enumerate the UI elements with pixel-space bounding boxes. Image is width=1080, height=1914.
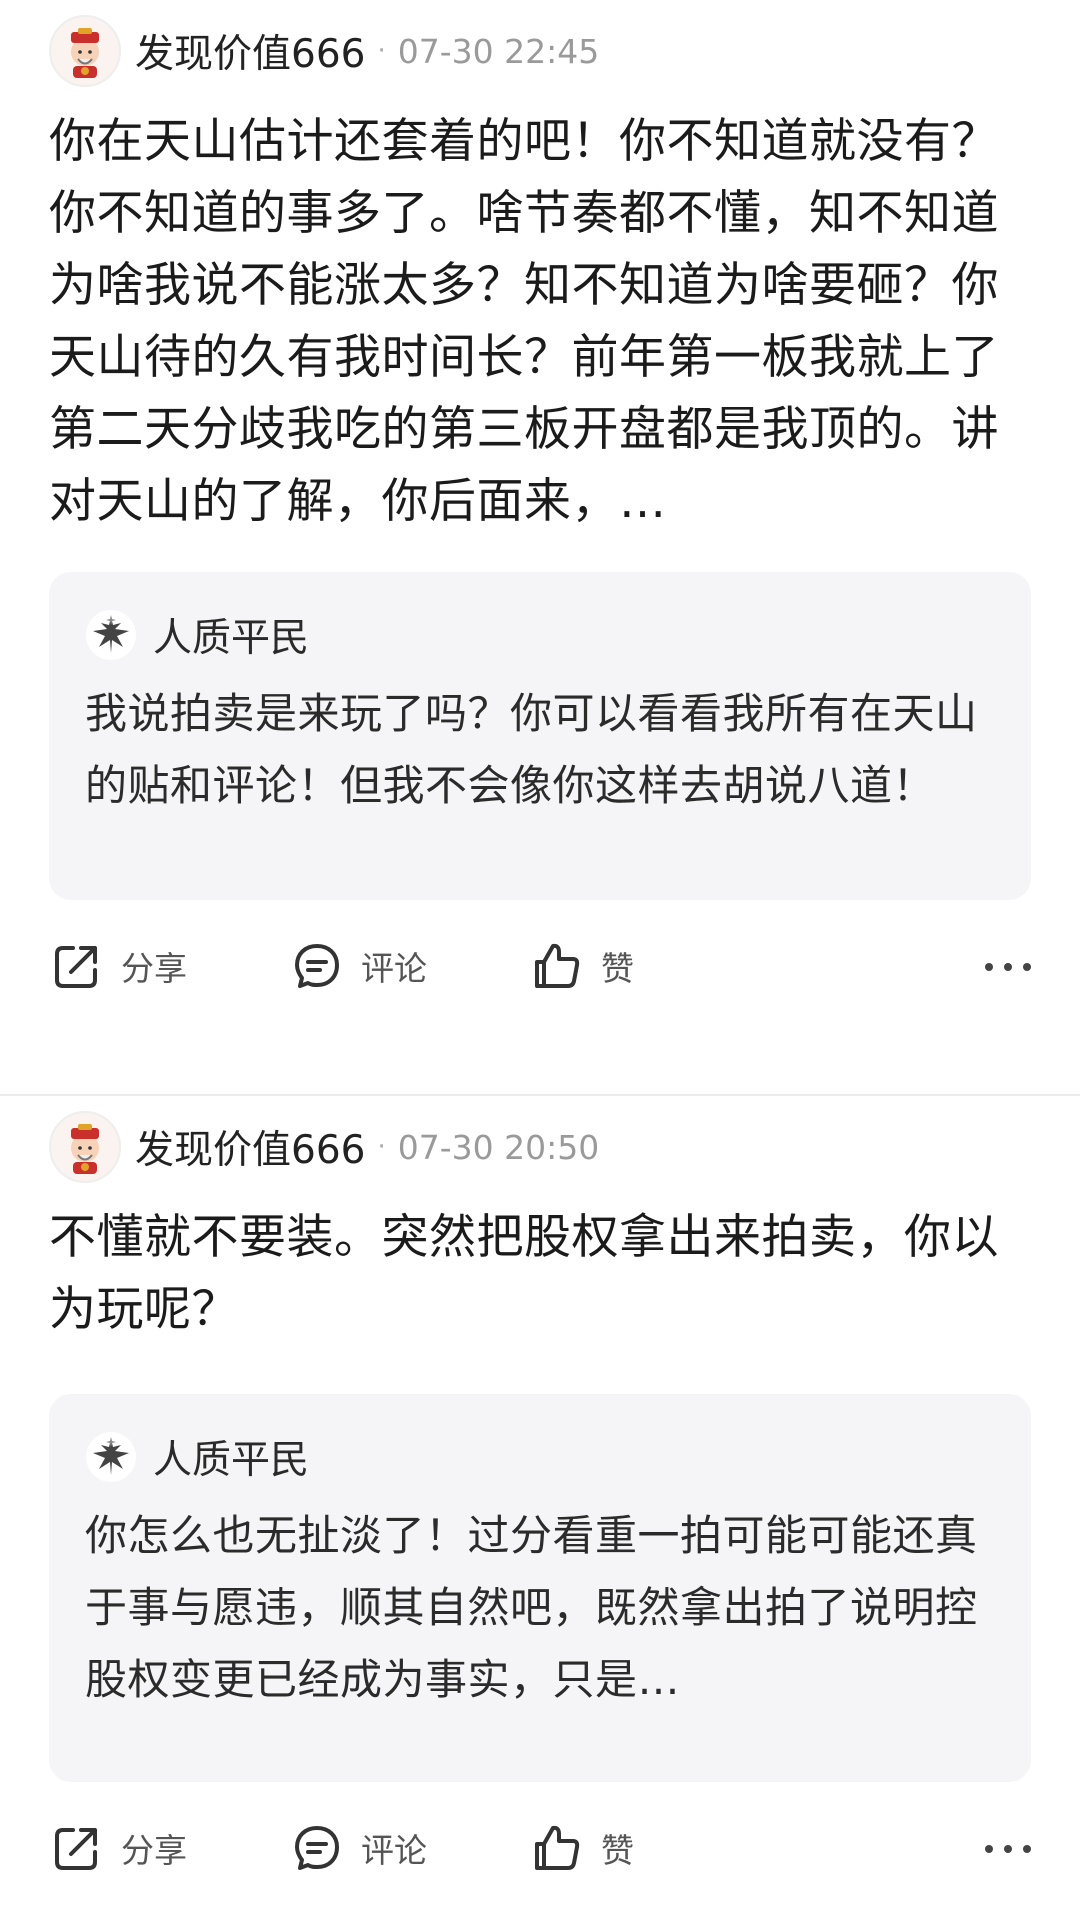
like-label: 赞	[601, 949, 634, 988]
quote-text: 我说拍卖是来玩了吗？你可以看看我所有在天山的贴和评论！但我不会像你这样去胡说八道…	[85, 689, 978, 810]
quote-author[interactable]: 人质平民	[153, 1429, 309, 1485]
post-timestamp: 07-30 20:50	[397, 1127, 600, 1167]
quote-author[interactable]: 人质平民	[153, 607, 309, 663]
thumbs-up-icon	[535, 1825, 580, 1870]
post-header: 发现价值666 · 07-30 20:50	[49, 1096, 1031, 1197]
meta-separator: ·	[377, 36, 386, 66]
comment-icon	[295, 1826, 339, 1870]
post-card: 发现价值666 · 07-30 20:50 不懂就不要装。突然把股权拿出来拍卖，…	[0, 1096, 1080, 1910]
post-content[interactable]: 不懂就不要装。突然把股权拿出来拍卖，你以为玩呢？	[49, 1202, 1031, 1346]
fortune-god-icon	[71, 28, 99, 78]
author-name[interactable]: 发现价值666	[135, 1119, 365, 1175]
post-content[interactable]: 你在天山估计还套着的吧！你不知道就没有？你不知道的事多了。啥节奏都不懂，知不知道…	[49, 106, 1031, 538]
share-icon	[55, 946, 97, 988]
share-icon	[55, 1828, 97, 1870]
action-bar: 分享 评论 赞	[49, 1782, 1031, 1914]
comment-icon	[295, 944, 339, 988]
like-button[interactable]: 赞	[529, 938, 729, 994]
quote-header: 人质平民	[85, 1424, 995, 1490]
comment-label: 评论	[361, 1831, 427, 1870]
like-label: 赞	[601, 1831, 634, 1870]
more-dots-icon[interactable]	[985, 944, 1031, 990]
author-avatar[interactable]	[49, 15, 121, 87]
author-avatar[interactable]	[49, 1111, 121, 1183]
quoted-reply[interactable]: 人质平民 你怎么也无扯淡了！过分看重一拍可能可能还真于事与愿违，顺其自然吧，既然…	[49, 1394, 1031, 1782]
quote-header: 人质平民	[85, 602, 995, 668]
author-name[interactable]: 发现价值666	[135, 23, 365, 79]
share-label: 分享	[121, 949, 187, 988]
bird-emblem-icon	[86, 610, 136, 660]
share-button[interactable]: 分享	[49, 1820, 289, 1876]
comment-button[interactable]: 评论	[289, 938, 529, 994]
quote-text: 你怎么也无扯淡了！过分看重一拍可能可能还真于事与愿违，顺其自然吧，既然拿出拍了说…	[85, 1511, 978, 1704]
more-dots-icon[interactable]	[985, 1826, 1031, 1872]
comment-label: 评论	[361, 949, 427, 988]
action-bar: 分享 评论 赞	[49, 900, 1031, 1032]
share-button[interactable]: 分享	[49, 938, 289, 994]
post-card: 发现价值666 · 07-30 22:45 你在天山估计还套着的吧！你不知道就没…	[0, 0, 1080, 1094]
post-timestamp: 07-30 22:45	[397, 31, 600, 71]
thumbs-up-icon	[535, 943, 580, 988]
fortune-god-icon	[71, 1124, 99, 1174]
quoted-reply[interactable]: 人质平民 我说拍卖是来玩了吗？你可以看看我所有在天山的贴和评论！但我不会像你这样…	[49, 572, 1031, 900]
share-label: 分享	[121, 1831, 187, 1870]
like-button[interactable]: 赞	[529, 1820, 729, 1876]
comment-button[interactable]: 评论	[289, 1820, 529, 1876]
post-header: 发现价值666 · 07-30 22:45	[49, 0, 1031, 101]
bird-emblem-icon	[86, 1432, 136, 1482]
meta-separator: ·	[377, 1132, 386, 1162]
